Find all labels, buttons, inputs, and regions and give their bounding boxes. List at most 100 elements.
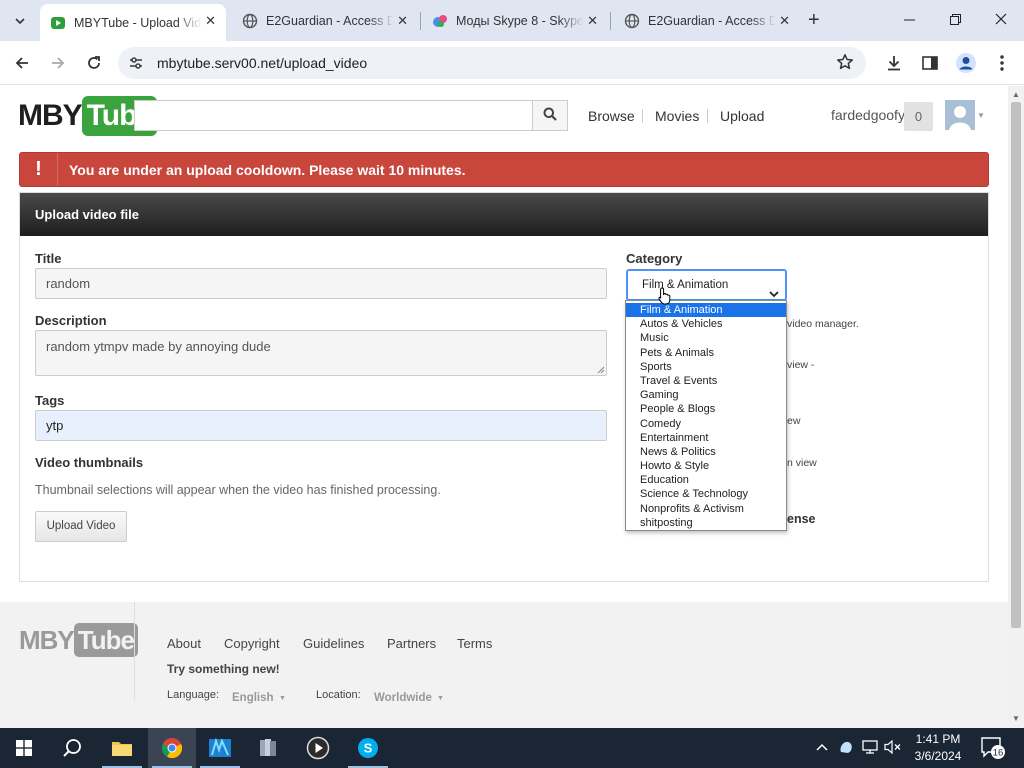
category-option[interactable]: Travel & Events <box>626 374 786 388</box>
footer-logo[interactable]: MBY Tube <box>19 623 138 657</box>
location-select[interactable]: Worldwide <box>374 692 432 704</box>
footer-link-guidelines[interactable]: Guidelines <box>303 636 364 651</box>
network-app-tray-icon[interactable] <box>838 739 854 758</box>
nav-browse-link[interactable]: Browse <box>588 108 635 124</box>
page-viewport: MBY Tube Browse Movies Upload fardedgoof… <box>0 86 1008 728</box>
restore-icon[interactable] <box>932 8 978 32</box>
tab-title: Моды Skype 8 - Skype <box>456 13 584 28</box>
minimize-icon[interactable] <box>886 8 932 32</box>
category-option[interactable]: Sports <box>626 360 786 374</box>
tags-input[interactable]: ytp <box>35 410 607 441</box>
close-tab-icon[interactable]: ✕ <box>779 13 790 29</box>
alert-message: You are under an upload cooldown. Please… <box>69 161 466 178</box>
kebab-menu-icon[interactable] <box>990 51 1014 75</box>
category-option[interactable]: Gaming <box>626 388 786 402</box>
try-something-new-link[interactable]: Try something new! <box>167 662 280 676</box>
username-link[interactable]: fardedgoofy <box>831 107 905 123</box>
scroll-down-arrow-icon[interactable]: ▼ <box>1008 712 1024 726</box>
close-tab-icon[interactable]: ✕ <box>397 13 408 29</box>
category-option[interactable]: News & Politics <box>626 445 786 459</box>
notification-count-badge[interactable]: 0 <box>904 102 933 131</box>
side-panel-icon[interactable] <box>918 51 942 75</box>
upload-video-button[interactable]: Upload Video <box>35 511 127 542</box>
avatar[interactable] <box>945 100 975 130</box>
side-text-fragment: ew <box>787 415 801 427</box>
nav-upload-link[interactable]: Upload <box>720 108 764 124</box>
description-textarea[interactable]: random ytmpv made by annoying dude <box>35 330 607 376</box>
category-option[interactable]: shitposting <box>626 516 786 530</box>
tab-e2guardian-2[interactable]: E2Guardian - Access Denied ✕ <box>614 4 800 37</box>
skype-icon[interactable]: S <box>344 728 392 768</box>
tab-skype-mods[interactable]: Моды Skype 8 - Skype ✕ <box>422 4 608 37</box>
windows-start-icon[interactable] <box>0 728 48 768</box>
skype-mod-icon <box>432 13 448 29</box>
close-tab-icon[interactable]: ✕ <box>205 13 216 29</box>
tab-search-icon[interactable] <box>8 9 32 33</box>
close-tab-icon[interactable]: ✕ <box>587 13 598 29</box>
title-input[interactable]: random <box>35 268 607 299</box>
description-text: random ytmpv made by annoying dude <box>46 339 271 354</box>
search-button[interactable] <box>532 100 568 131</box>
back-arrow-icon[interactable] <box>10 51 34 75</box>
reload-icon[interactable] <box>82 51 106 75</box>
resize-handle-icon[interactable] <box>597 366 605 374</box>
address-bar[interactable]: mbytube.serv00.net/upload_video <box>118 47 866 79</box>
chrome-icon[interactable] <box>148 728 196 768</box>
category-option[interactable]: Nonprofits & Activism <box>626 502 786 516</box>
category-select[interactable]: Film & Animation <box>626 269 787 301</box>
file-explorer-icon[interactable] <box>98 728 146 768</box>
caret-down-icon[interactable]: ▼ <box>279 695 286 702</box>
tray-overflow-chevron-icon[interactable] <box>816 740 828 754</box>
profile-icon[interactable] <box>954 51 978 75</box>
category-option[interactable]: Entertainment <box>626 431 786 445</box>
close-window-icon[interactable] <box>978 8 1024 32</box>
scroll-up-arrow-icon[interactable]: ▲ <box>1008 88 1024 102</box>
forward-arrow-icon[interactable] <box>46 51 70 75</box>
footer-link-copyright[interactable]: Copyright <box>224 636 280 651</box>
category-option[interactable]: Comedy <box>626 417 786 431</box>
download-icon[interactable] <box>882 51 906 75</box>
category-option[interactable]: Autos & Vehicles <box>626 317 786 331</box>
user-menu-caret-icon[interactable]: ▼ <box>977 111 985 120</box>
tab-title: E2Guardian - Access Denied <box>648 13 776 28</box>
thumbnails-label: Video thumbnails <box>35 455 144 470</box>
action-center-icon[interactable]: 16 <box>980 736 1006 763</box>
volume-muted-icon[interactable] <box>884 739 902 757</box>
bookmark-star-icon[interactable] <box>836 53 854 74</box>
category-dropdown-list[interactable]: Film & Animation Autos & Vehicles Music … <box>625 300 787 531</box>
title-label: Title <box>35 251 62 266</box>
nav-separator <box>707 109 708 123</box>
tab-mbytube-upload[interactable]: MBYTube - Upload Video ✕ <box>40 4 226 41</box>
description-label: Description <box>35 313 107 328</box>
language-select[interactable]: English <box>232 692 274 704</box>
footer-link-about[interactable]: About <box>167 636 201 651</box>
category-option[interactable]: Education <box>626 473 786 487</box>
footer-link-partners[interactable]: Partners <box>387 636 436 651</box>
caret-down-icon[interactable]: ▼ <box>437 695 444 702</box>
category-option[interactable]: Film & Animation <box>626 303 786 318</box>
panel-header: Upload video file <box>20 193 988 236</box>
site-info-icon[interactable] <box>128 55 144 74</box>
tab-separator <box>420 12 421 30</box>
archive-app-icon[interactable] <box>244 728 292 768</box>
page-scrollbar[interactable]: ▲ ▼ <box>1008 86 1024 728</box>
media-player-icon[interactable] <box>294 728 342 768</box>
category-option[interactable]: Music <box>626 331 786 345</box>
search-icon[interactable] <box>48 728 96 768</box>
category-option[interactable]: Pets & Animals <box>626 346 786 360</box>
taskbar-clock[interactable]: 1:41 PM 3/6/2024 <box>908 731 968 765</box>
category-option[interactable]: People & Blogs <box>626 402 786 416</box>
ethernet-icon[interactable] <box>862 740 878 757</box>
video-editor-icon[interactable] <box>196 728 244 768</box>
footer-link-terms[interactable]: Terms <box>457 636 492 651</box>
category-option[interactable]: Howto & Style <box>626 459 786 473</box>
globe-icon <box>242 13 258 29</box>
new-tab-icon[interactable]: + <box>808 9 820 31</box>
site-search-input[interactable] <box>134 100 533 131</box>
scrollbar-thumb[interactable] <box>1011 102 1021 628</box>
footer-logo-tube: Tube <box>73 623 138 657</box>
category-option[interactable]: Science & Technology <box>626 487 786 501</box>
tab-e2guardian-1[interactable]: E2Guardian - Access Denied ✕ <box>232 4 418 37</box>
location-label: Location: <box>316 689 361 701</box>
nav-movies-link[interactable]: Movies <box>655 108 699 124</box>
